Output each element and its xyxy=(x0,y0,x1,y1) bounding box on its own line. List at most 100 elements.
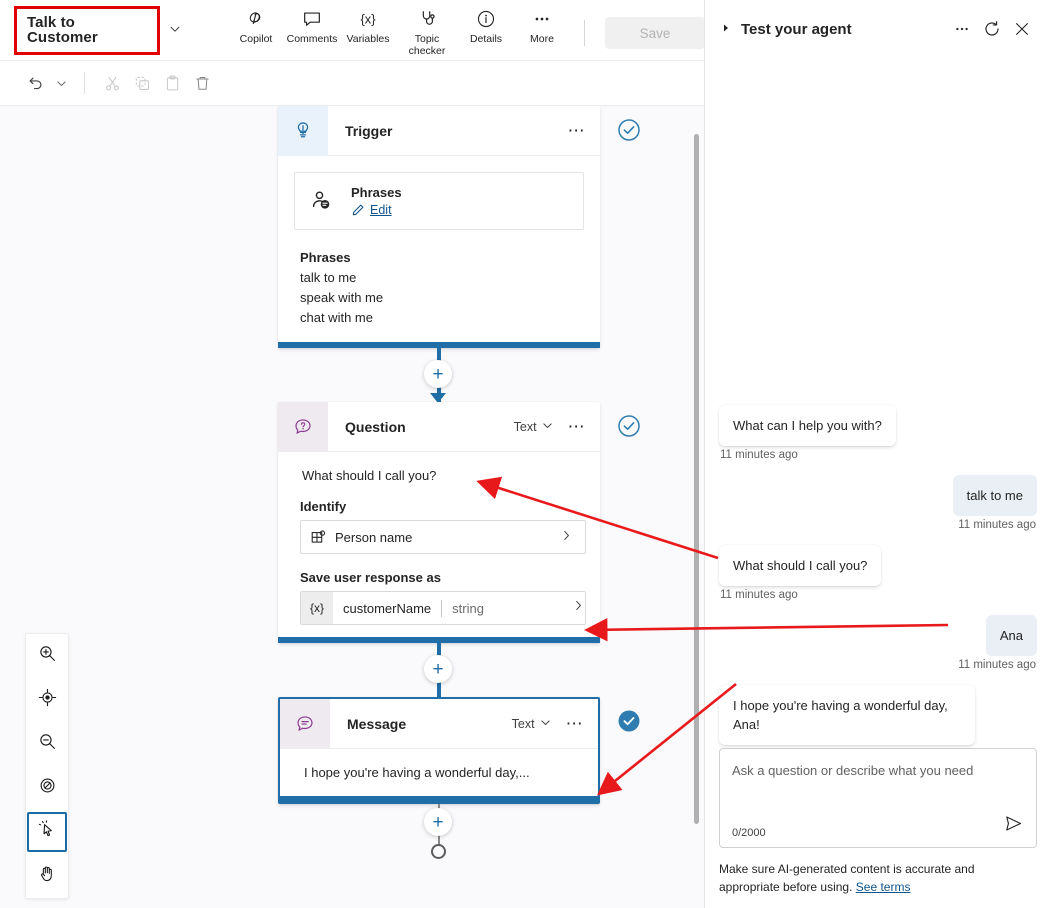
message-node-more-icon[interactable]: ⋯ xyxy=(566,715,584,732)
phrase-item: speak with me xyxy=(300,290,384,305)
variable-name: customerName xyxy=(343,600,432,616)
command-bar: Talk to Customer Copilot Comments {x} Va… xyxy=(0,0,705,60)
chat-message-user: Ana 11 minutes ago xyxy=(719,615,1037,671)
fit-to-view-button[interactable] xyxy=(26,678,68,722)
save-response-variable-field[interactable]: {x} customerName string xyxy=(300,591,586,625)
canvas-zoom-toolbar xyxy=(25,633,69,899)
question-response-type[interactable]: Text xyxy=(514,420,537,434)
trigger-phrases-card[interactable]: Phrases Edit xyxy=(294,172,584,230)
phrase-item: talk to me xyxy=(300,270,357,285)
variable-token-icon: {x} xyxy=(301,592,334,624)
edit-pencil-icon xyxy=(351,203,365,217)
reset-zoom-button[interactable] xyxy=(26,766,68,810)
canvas-vertical-scrollbar[interactable] xyxy=(694,134,699,824)
zoom-in-icon xyxy=(38,644,57,668)
send-message-icon[interactable] xyxy=(1003,813,1024,839)
question-node-header: Question Text ⋯ xyxy=(278,401,600,452)
delete-button[interactable] xyxy=(187,68,217,98)
copy-button[interactable] xyxy=(127,68,157,98)
end-circle-icon xyxy=(431,844,446,859)
more-label: More xyxy=(530,33,554,45)
chat-bubble: talk to me xyxy=(952,475,1037,516)
phrases-card-label: Phrases xyxy=(351,185,402,200)
chat-timestamp: 11 minutes ago xyxy=(720,589,798,601)
comments-button[interactable]: Comments xyxy=(284,6,340,45)
command-bar-divider xyxy=(584,20,585,46)
question-node[interactable]: Question Text ⋯ What should I call you? … xyxy=(278,401,600,643)
chat-bubble: What should I call you? xyxy=(719,545,882,586)
pan-tool-icon xyxy=(38,864,57,888)
chat-message-user: talk to me 11 minutes ago xyxy=(719,475,1037,531)
chat-composer[interactable]: Ask a question or describe what you need… xyxy=(719,748,1037,848)
identify-entity-picker[interactable]: Person name xyxy=(300,520,586,554)
copilot-button[interactable]: Copilot xyxy=(228,6,284,45)
variable-token-text: {x} xyxy=(310,601,325,615)
zoom-in-button[interactable] xyxy=(26,634,68,678)
chat-message-bot: What can I help you with? 11 minutes ago xyxy=(719,405,1037,461)
authoring-canvas-pane: Talk to Customer Copilot Comments {x} Va… xyxy=(0,0,705,908)
test-pane-footer: Ask a question or describe what you need… xyxy=(705,748,1051,908)
message-node-title: Message xyxy=(347,715,407,732)
edit-toolbar-divider xyxy=(84,72,85,94)
topic-title-group[interactable]: Talk to Customer xyxy=(14,5,182,55)
undo-dropdown-chevron-down-icon[interactable] xyxy=(50,68,72,98)
edit-phrases-link[interactable]: Edit xyxy=(370,203,392,217)
undo-button[interactable] xyxy=(20,68,50,98)
select-tool-button[interactable] xyxy=(27,812,67,852)
cut-button[interactable] xyxy=(97,68,127,98)
question-response-type-chevron-down-icon[interactable] xyxy=(541,419,554,435)
phrases-list-heading: Phrases xyxy=(300,250,351,265)
test-pane-more-icon[interactable] xyxy=(947,14,977,44)
command-bar-actions: Copilot Comments {x} Variables Topic che… xyxy=(228,0,705,60)
info-icon xyxy=(475,6,497,32)
message-node[interactable]: Message Text ⋯ I hope you're having a wo… xyxy=(278,697,600,804)
topic-flow-canvas[interactable]: Trigger ⋯ Phrases Edit Phrases talk to m… xyxy=(0,106,705,908)
message-node-body[interactable]: I hope you're having a wonderful day,... xyxy=(280,749,598,796)
close-test-pane-icon[interactable] xyxy=(1007,14,1037,44)
select-tool-icon xyxy=(38,820,57,844)
details-label: Details xyxy=(469,33,503,45)
copilot-label: Copilot xyxy=(239,33,273,45)
question-node-more-icon[interactable]: ⋯ xyxy=(568,418,586,435)
phrase-item: chat with me xyxy=(300,310,373,325)
topic-flow: Trigger ⋯ Phrases Edit Phrases talk to m… xyxy=(278,106,640,866)
chat-input-placeholder[interactable]: Ask a question or describe what you need xyxy=(732,761,1024,801)
question-node-body: What should I call you? Identify Person … xyxy=(278,452,600,637)
edit-toolbar xyxy=(0,60,705,106)
message-response-type-chevron-down-icon[interactable] xyxy=(539,716,552,732)
variables-button[interactable]: {x} Variables xyxy=(340,6,396,45)
test-pane-conversation[interactable]: What can I help you with? 11 minutes ago… xyxy=(705,58,1051,748)
more-icon xyxy=(531,6,553,32)
restart-conversation-icon[interactable] xyxy=(977,14,1007,44)
add-node-button[interactable]: + xyxy=(424,655,452,683)
topic-title[interactable]: Talk to Customer xyxy=(14,5,160,55)
trigger-node-more-icon[interactable]: ⋯ xyxy=(568,122,586,139)
zoom-out-button[interactable] xyxy=(26,722,68,766)
details-button[interactable]: Details xyxy=(458,6,514,45)
chat-timestamp: 11 minutes ago xyxy=(720,449,798,461)
collapse-caret-icon[interactable] xyxy=(721,23,731,35)
message-text: I hope you're having a wonderful day,... xyxy=(304,765,530,780)
topic-checker-icon xyxy=(416,6,438,32)
trigger-node[interactable]: Trigger ⋯ Phrases Edit Phrases talk to m… xyxy=(278,106,600,348)
save-button[interactable]: Save xyxy=(605,17,705,49)
variable-type: string xyxy=(452,600,484,616)
message-response-type[interactable]: Text xyxy=(512,717,535,731)
zoom-out-icon xyxy=(38,732,57,756)
more-button[interactable]: More xyxy=(514,6,570,45)
add-node-button[interactable]: + xyxy=(424,360,452,388)
identify-label: Identify xyxy=(300,499,347,514)
chat-message-bot: I hope you're having a wonderful day, An… xyxy=(719,685,1037,748)
question-prompt-text[interactable]: What should I call you? xyxy=(290,468,588,483)
question-status-check-icon xyxy=(617,414,641,443)
identify-chevron-right-icon xyxy=(560,529,573,545)
topic-checker-button[interactable]: Topic checker xyxy=(396,6,458,57)
chat-timestamp: 11 minutes ago xyxy=(958,519,1036,531)
phrases-person-icon xyxy=(309,188,335,214)
see-terms-link[interactable]: See terms xyxy=(856,880,911,894)
paste-button[interactable] xyxy=(157,68,187,98)
add-node-button[interactable]: + xyxy=(424,808,452,836)
topic-title-chevron-down-icon[interactable] xyxy=(168,22,182,39)
pan-tool-button[interactable] xyxy=(26,854,68,898)
chat-scroll-region[interactable]: What can I help you with? 11 minutes ago… xyxy=(719,58,1037,748)
